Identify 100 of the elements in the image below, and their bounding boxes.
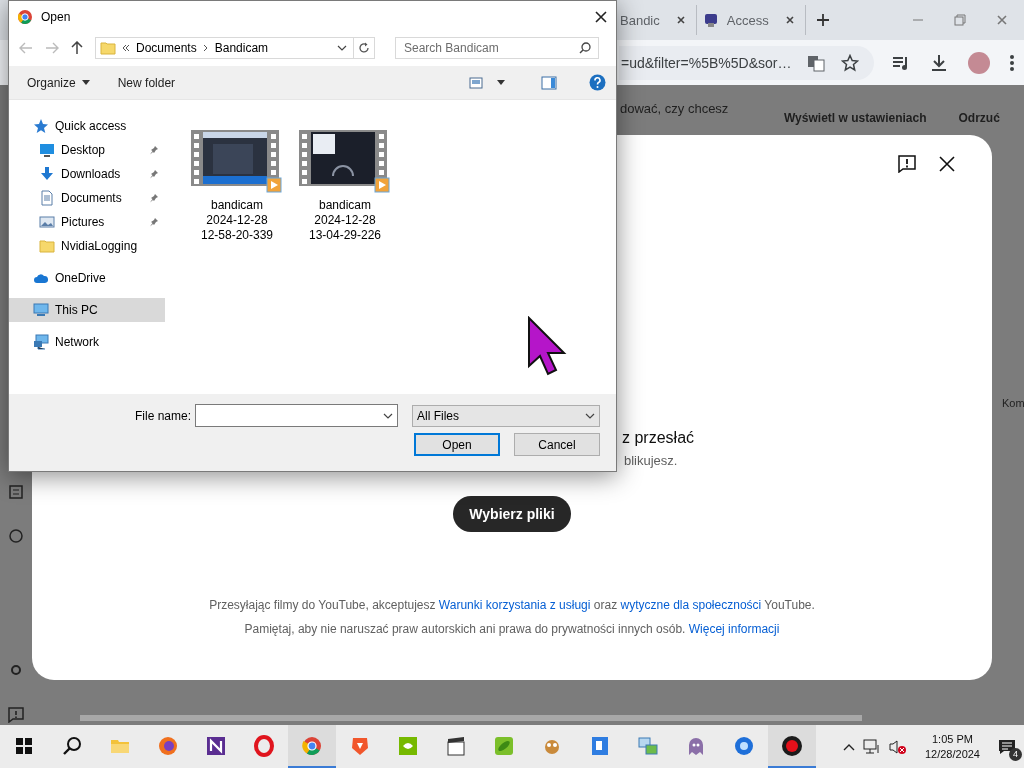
list-icon — [9, 485, 23, 499]
chevrons-icon — [122, 43, 130, 53]
network-icon — [33, 334, 49, 350]
nav-item[interactable]: NvidiaLogging — [9, 234, 165, 258]
nav-item[interactable]: Network — [9, 330, 165, 354]
network-icon[interactable] — [862, 738, 881, 755]
record-icon — [781, 734, 803, 757]
search-icon — [62, 735, 82, 756]
pin-icon — [149, 145, 159, 155]
browser-tab[interactable]: Access — [696, 5, 806, 35]
select-files-button[interactable]: Wybierz pliki — [453, 496, 571, 532]
leaf-icon — [493, 734, 515, 757]
computer-icon — [33, 302, 49, 318]
dialog-title: Open — [41, 10, 71, 24]
disc-icon — [733, 734, 755, 757]
nav-item[interactable]: This PC — [9, 298, 165, 322]
search-icon — [579, 42, 591, 54]
link[interactable]: Więcej informacji — [688, 622, 780, 636]
nav-label: Quick access — [55, 119, 127, 133]
plus-icon[interactable] — [815, 13, 830, 27]
tab-title: Access — [726, 12, 769, 28]
file-name-label: File name: — [134, 408, 191, 423]
nav-label: This PC — [55, 303, 98, 317]
translate-icon[interactable] — [807, 53, 826, 72]
pin-icon — [149, 169, 159, 179]
notification-text: dować, czy chcesz — [620, 101, 730, 116]
dialog-button[interactable]: Cancel — [514, 433, 600, 456]
close-icon[interactable] — [594, 10, 608, 24]
scrollbar[interactable] — [80, 715, 862, 721]
pin-icon — [149, 217, 159, 227]
globe-icon — [157, 734, 179, 757]
notification-icon[interactable] — [998, 738, 1016, 755]
toolbar-button[interactable]: New folder — [117, 75, 176, 90]
file-type-select[interactable]: All Files — [412, 404, 600, 427]
monitors-icon — [637, 734, 659, 757]
ring-icon — [253, 734, 275, 757]
download-icon[interactable] — [930, 53, 948, 72]
time: 1:05 PM — [932, 731, 973, 747]
view-icon[interactable] — [469, 76, 483, 89]
close-icon[interactable] — [675, 15, 686, 25]
nav-item[interactable]: Desktop — [9, 138, 165, 162]
help-icon[interactable] — [589, 74, 606, 91]
preview-pane-icon[interactable] — [541, 75, 557, 90]
more-icon[interactable] — [1010, 53, 1014, 72]
refresh-icon[interactable] — [358, 42, 370, 54]
notification-button[interactable]: Wyświetl w ustawieniach — [784, 111, 927, 125]
privacy-note: blikujesz. — [624, 453, 678, 468]
toolbar-button[interactable]: Organize — [27, 75, 90, 90]
taskbar-app[interactable] — [768, 725, 816, 768]
chevron-down-icon[interactable] — [337, 43, 347, 53]
chrome-icon — [17, 9, 33, 25]
clock[interactable]: 1:05 PM 12/28/2024 — [924, 731, 980, 762]
feedback-icon[interactable] — [898, 155, 916, 173]
nav-item[interactable]: Downloads — [9, 162, 165, 186]
download-icon — [39, 166, 55, 182]
nav-label: Desktop — [61, 143, 106, 157]
upload-heading: z przesłać — [622, 429, 695, 447]
address-field[interactable]: Documents Bandicam — [95, 37, 375, 59]
nav-item[interactable]: Quick access — [9, 114, 165, 138]
monitor-icon — [39, 142, 55, 158]
file-name[interactable]: bandicam 2024-12-28 13-04-29-226 — [306, 198, 384, 243]
file-name-field[interactable] — [195, 404, 398, 427]
link[interactable]: wytyczne dla społeczności — [620, 598, 762, 612]
nav-label: Downloads — [61, 167, 121, 181]
star-icon — [33, 118, 49, 134]
address-bar[interactable]: =ud&filter=%5B%5D&sor… — [619, 45, 874, 80]
copyright-text: Pamiętaj, aby nie naruszać praw autorskich ani prawa do prywatności innych osób. Więcej informacji — [244, 622, 780, 636]
file-name[interactable]: bandicam 2024-12-28 12-58-20-339 — [198, 198, 276, 243]
windows-icon — [16, 737, 32, 754]
caret-icon — [81, 79, 90, 86]
muted-speaker-icon[interactable] — [888, 738, 907, 755]
nav-item[interactable]: Pictures — [9, 210, 165, 234]
tab-title: Bandic — [620, 12, 660, 28]
nav-label: Documents — [61, 191, 122, 205]
color-wheel-icon — [301, 734, 323, 757]
nav-item[interactable]: OneDrive — [9, 266, 165, 290]
caret-up-icon[interactable] — [842, 742, 855, 751]
breadcrumb[interactable]: Documents — [136, 41, 197, 55]
avatar[interactable] — [968, 51, 990, 74]
breadcrumb[interactable]: Bandicam — [214, 41, 269, 55]
document-icon — [39, 190, 55, 206]
side-text: Kom — [1001, 396, 1024, 411]
url-text: =ud&filter=%5B%5D&sor… — [621, 54, 792, 71]
dialog-button[interactable]: Open — [414, 433, 500, 456]
square-icon — [397, 734, 419, 757]
search-field[interactable]: Search Bandicam — [395, 37, 599, 59]
cursor-icon — [526, 316, 568, 376]
star-icon[interactable] — [841, 53, 860, 72]
picture-icon — [39, 214, 55, 230]
link[interactable]: Warunki korzystania z usługi — [438, 598, 591, 612]
nav-label: NvidiaLogging — [61, 239, 138, 253]
close-icon[interactable] — [784, 15, 795, 25]
pin-icon — [149, 193, 159, 203]
caret-icon[interactable] — [497, 79, 505, 86]
nav-label: Network — [55, 335, 99, 349]
nav-label: Pictures — [61, 215, 105, 229]
close-icon[interactable] — [938, 155, 956, 173]
notification-button[interactable]: Odrzuć — [958, 111, 1000, 125]
up-icon[interactable] — [71, 41, 83, 55]
nav-item[interactable]: Documents — [9, 186, 165, 210]
